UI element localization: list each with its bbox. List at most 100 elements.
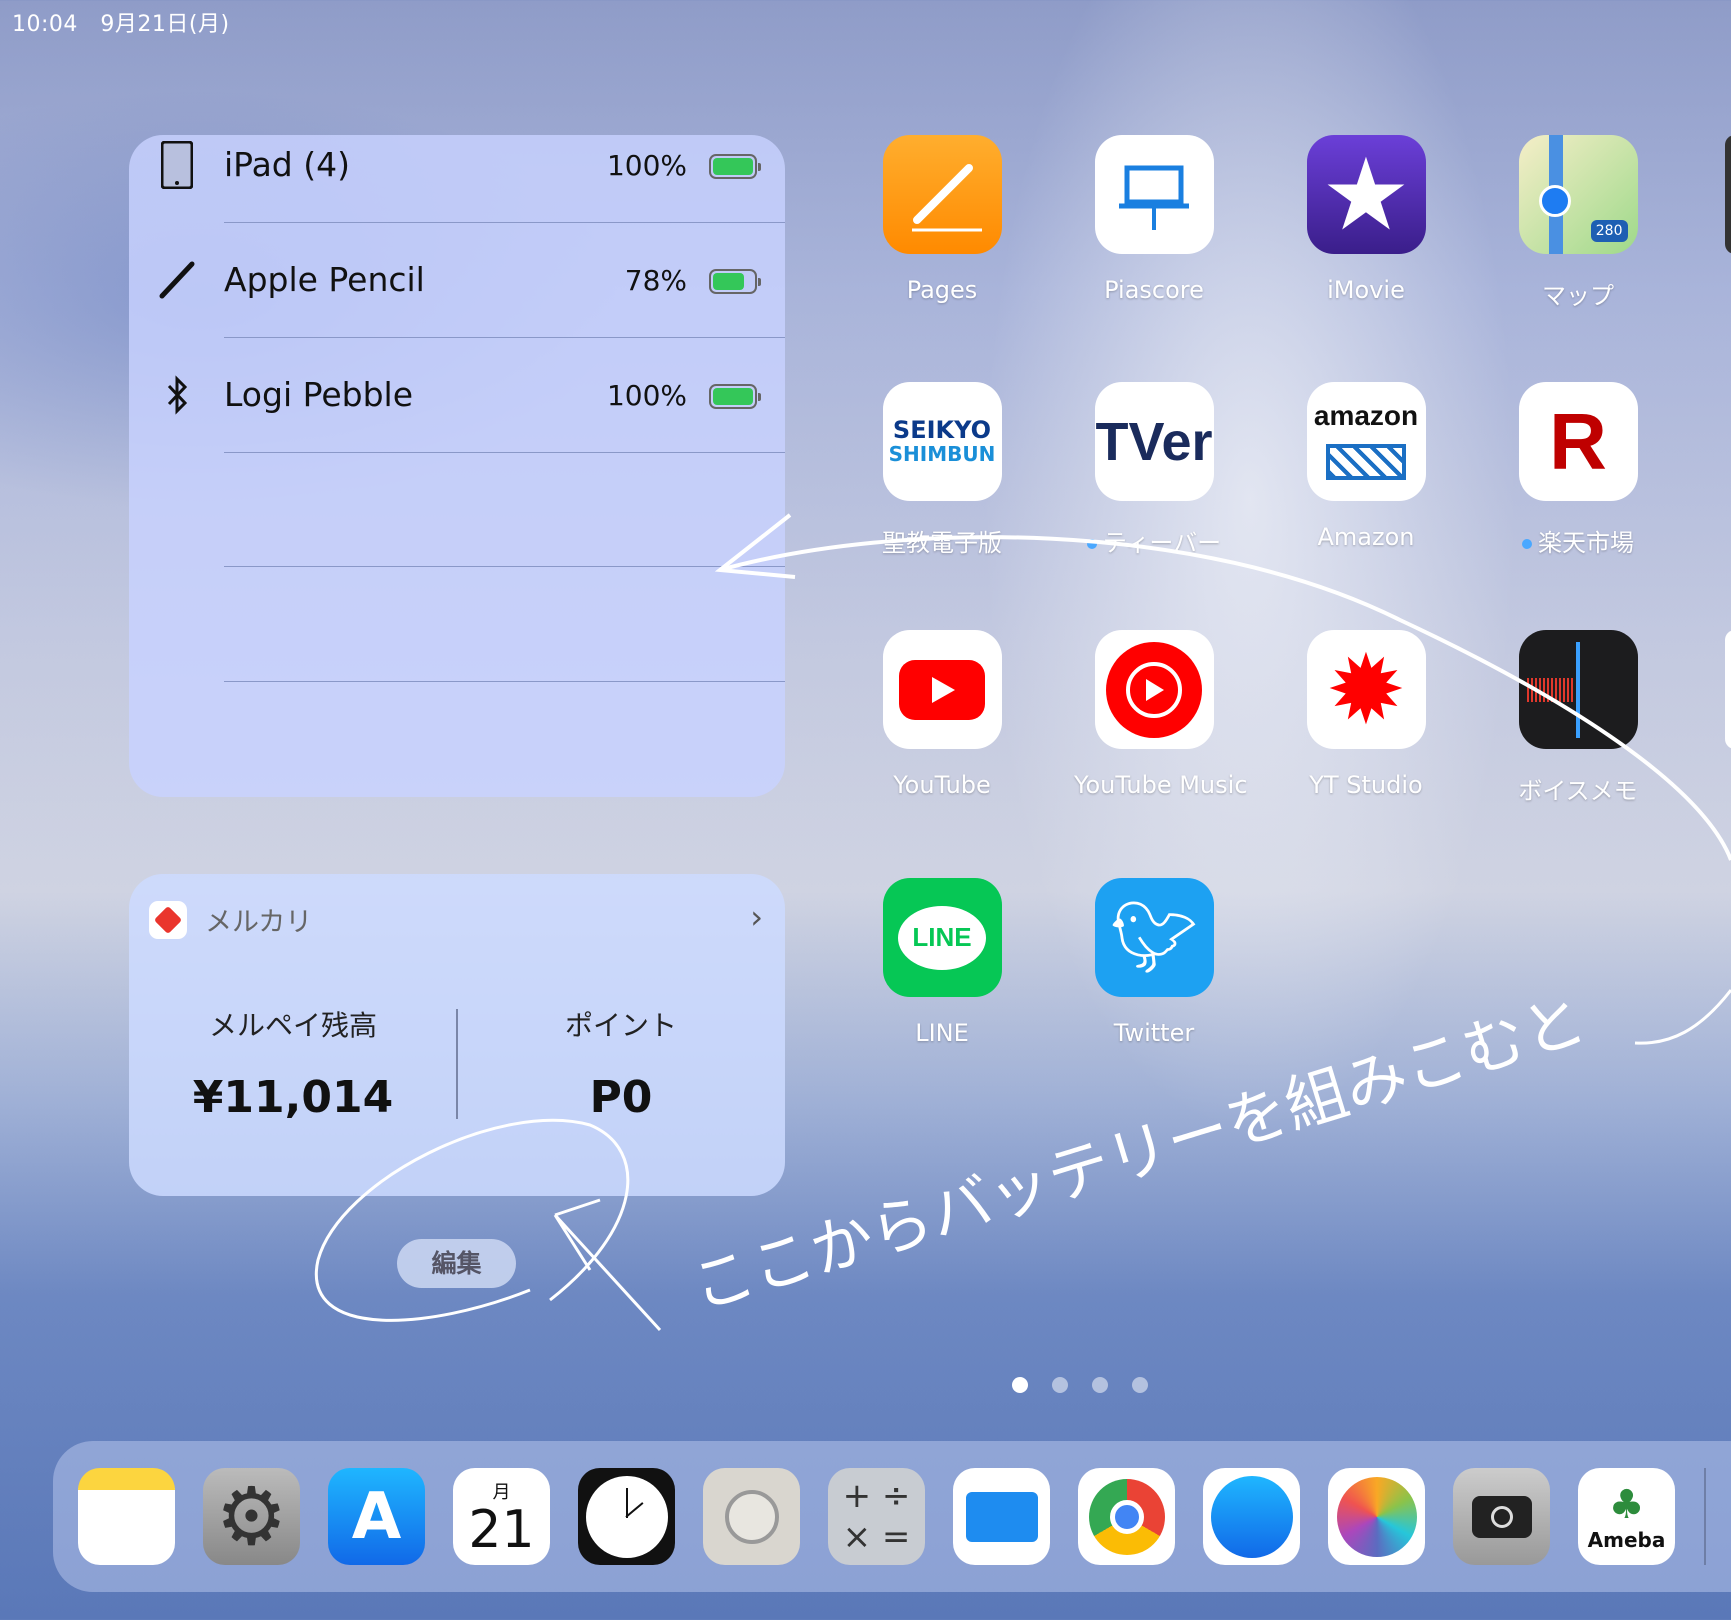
app-seikyo[interactable]: SEIKYO SHIMBUN 聖教電子版	[862, 382, 1022, 558]
battery-icon	[709, 269, 761, 294]
points-label: ポイント	[564, 1009, 677, 1042]
app-label: ボイスメモ	[1498, 771, 1658, 806]
app-label: Pages	[862, 276, 1022, 304]
divider	[224, 222, 785, 223]
app-label: YT Studio	[1286, 771, 1446, 799]
page-dot[interactable]	[1052, 1377, 1068, 1393]
app-label-text: 聖教電子版	[882, 529, 1002, 557]
files-icon[interactable]	[953, 1468, 1050, 1565]
battery-percent: 100%	[606, 379, 687, 412]
app-label-text: マップ	[1542, 282, 1614, 310]
app-label-text: ボイスメモ	[1518, 777, 1638, 805]
app-store-icon[interactable]: A	[328, 1468, 425, 1565]
app-twitter[interactable]: 🐦︎ Twitter	[1074, 878, 1234, 1047]
app-line[interactable]: LINE LINE	[862, 878, 1022, 1047]
divider	[224, 452, 785, 453]
app-label-text: ティーバー	[1102, 529, 1222, 557]
balance-value: ¥11,014	[192, 1072, 394, 1123]
dock-divider	[1704, 1468, 1706, 1565]
app-label-text: YT Studio	[1309, 771, 1423, 799]
app-label: 楽天市場	[1498, 523, 1658, 558]
chrome-icon[interactable]	[1078, 1468, 1175, 1565]
app-label: LINE	[862, 1019, 1022, 1047]
app-label-text: Twitter	[1113, 1019, 1195, 1047]
clock-icon[interactable]	[578, 1468, 675, 1565]
app-maps[interactable]: 280 マップ	[1498, 135, 1658, 311]
app-yt-studio[interactable]: ✹ YT Studio	[1286, 630, 1446, 799]
app-label-text: iMovie	[1327, 276, 1405, 304]
chevron-right-icon[interactable]: ›	[750, 898, 763, 936]
amazon-icon: amazon	[1306, 382, 1426, 501]
app-label: Piascore	[1074, 276, 1234, 304]
notes-icon[interactable]	[78, 1468, 175, 1565]
rakuten-icon: R	[1518, 382, 1638, 501]
camera-icon[interactable]	[1453, 1468, 1550, 1565]
partial-app-icon[interactable]	[1725, 630, 1731, 749]
app-label: マップ	[1498, 276, 1658, 311]
widget-title: メルカリ	[205, 907, 313, 938]
edit-button[interactable]: 編集	[397, 1239, 516, 1288]
device-name: Logi Pebble	[224, 375, 413, 414]
app-label-text: Piascore	[1104, 276, 1204, 304]
pencil-icon	[157, 256, 197, 304]
app-rakuten[interactable]: R 楽天市場	[1498, 382, 1658, 558]
battery-percent: 78%	[624, 264, 687, 297]
bluetooth-icon	[157, 371, 197, 419]
page-dot[interactable]	[1132, 1377, 1148, 1393]
app-voice-memos[interactable]: ボイスメモ	[1498, 630, 1658, 806]
app-label: YouTube	[862, 771, 1022, 799]
app-label-text: Pages	[906, 276, 978, 304]
partial-app-icon[interactable]	[1725, 135, 1731, 254]
safari-icon[interactable]	[1203, 1468, 1300, 1565]
pages-icon	[882, 135, 1002, 254]
youtube-music-icon	[1094, 630, 1214, 749]
piascore-icon	[1094, 135, 1214, 254]
page-dot[interactable]	[1092, 1377, 1108, 1393]
status-bar: 10:04 9月21日(月)	[12, 6, 230, 38]
device-name: Apple Pencil	[224, 260, 425, 299]
device-name: iPad (4)	[224, 145, 350, 184]
divider	[224, 566, 785, 567]
battery-percent: 100%	[606, 149, 687, 182]
app-pages[interactable]: Pages	[862, 135, 1022, 304]
app-label-text: LINE	[915, 1019, 969, 1047]
photos-icon[interactable]	[1328, 1468, 1425, 1565]
divider	[224, 681, 785, 682]
youtube-icon	[882, 630, 1002, 749]
contacts-icon[interactable]	[703, 1468, 800, 1565]
ipad-icon	[157, 141, 197, 189]
maps-icon: 280	[1518, 135, 1638, 254]
yt-studio-icon: ✹	[1306, 630, 1426, 749]
battery-icon	[709, 384, 761, 409]
new-badge	[1522, 539, 1532, 549]
app-imovie[interactable]: ★ iMovie	[1286, 135, 1446, 304]
voice-memos-icon	[1518, 630, 1638, 749]
imovie-icon: ★	[1306, 135, 1426, 254]
calendar-icon[interactable]: 月 21	[453, 1468, 550, 1565]
app-youtube[interactable]: YouTube	[862, 630, 1022, 799]
settings-icon[interactable]: ⚙	[203, 1468, 300, 1565]
app-youtube-music[interactable]: YouTube Music	[1074, 630, 1248, 799]
ameba-logo-text: Ameba	[1587, 1527, 1666, 1552]
app-tver[interactable]: TVer ティーバー	[1074, 382, 1234, 558]
app-piascore[interactable]: Piascore	[1074, 135, 1234, 304]
mercari-logo-icon	[149, 900, 187, 939]
app-amazon[interactable]: amazon Amazon	[1286, 382, 1446, 551]
device-row-logi-pebble: Logi Pebble 100%	[129, 365, 785, 480]
app-label: ティーバー	[1074, 523, 1234, 558]
batteries-widget[interactable]: iPad (4) 100% Apple Pencil 78% Logi Pebb…	[129, 135, 785, 797]
line-icon: LINE	[882, 878, 1002, 997]
app-label-text: YouTube	[893, 771, 991, 799]
ameba-icon[interactable]: ♣ Ameba	[1578, 1468, 1675, 1565]
calculator-icon[interactable]: + ÷ × =	[828, 1468, 925, 1565]
page-indicator[interactable]	[1012, 1377, 1148, 1393]
date: 9月21日(月)	[100, 12, 230, 37]
divider	[224, 337, 785, 338]
balance-label: メルペイ残高	[208, 1009, 377, 1042]
page-dot[interactable]	[1012, 1377, 1028, 1393]
app-label-text: Amazon	[1317, 523, 1415, 551]
mercari-widget[interactable]: メルカリ › メルペイ残高 ¥11,014 ポイント P0	[129, 874, 785, 1196]
calendar-day: 21	[468, 1499, 535, 1560]
seikyo-icon: SEIKYO SHIMBUN	[882, 382, 1002, 501]
twitter-icon: 🐦︎	[1094, 878, 1214, 997]
